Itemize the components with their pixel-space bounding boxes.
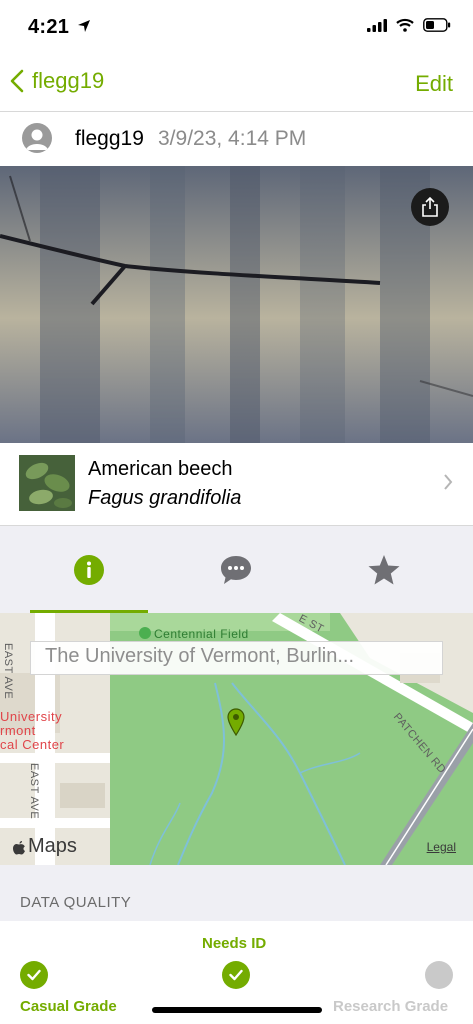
checkmark-icon [27, 969, 41, 981]
tab-info[interactable] [30, 526, 148, 613]
battery-icon [423, 18, 451, 32]
tab-favorites[interactable] [325, 526, 443, 613]
maps-label: Maps [28, 835, 77, 857]
status-time-text: 4:21 [28, 16, 70, 38]
chevron-left-icon [10, 69, 24, 93]
status-indicators [367, 18, 451, 32]
cellular-signal-icon [367, 18, 387, 32]
wifi-icon [396, 18, 414, 32]
data-quality-title: DATA QUALITY [20, 894, 132, 911]
status-time: 4:21 [28, 16, 91, 39]
share-icon [422, 197, 438, 217]
data-quality-header: DATA QUALITY [0, 865, 473, 921]
apple-maps-logo: Maps [12, 835, 77, 858]
tab-activity[interactable] [177, 526, 295, 613]
location-map[interactable]: Centennial Field E ST EAST AVE Universit… [0, 613, 473, 865]
grade-casual-indicator [20, 961, 48, 989]
map-label-east-ave-2: EAST AVE [28, 763, 40, 820]
grade-needs-id-indicator [222, 961, 250, 989]
user-icon [26, 129, 48, 150]
observation-pin-icon[interactable] [227, 708, 245, 736]
legal-link[interactable]: Legal [427, 840, 456, 854]
edit-button[interactable]: Edit [415, 71, 453, 97]
back-button[interactable]: flegg19 [10, 68, 104, 94]
grade-label-needs-id: Needs ID [202, 935, 267, 952]
observation-tabs [0, 526, 473, 613]
status-bar: 4:21 [0, 0, 473, 56]
taxon-scientific-name: Fagus grandifolia [88, 487, 242, 509]
checkmark-icon [229, 969, 243, 981]
leaf-thumbnail-image [19, 455, 75, 511]
map-label-university-2: rmont [0, 723, 36, 738]
speech-bubble-icon [221, 555, 251, 584]
info-icon [74, 554, 104, 585]
grade-label-research: Research Grade [333, 998, 449, 1015]
map-label-university-1: University [0, 709, 63, 724]
grade-label-casual: Casual Grade [20, 998, 117, 1015]
home-indicator[interactable] [152, 1007, 322, 1013]
observation-header: flegg19 3/9/23, 4:14 PM [0, 112, 473, 166]
grade-research-indicator [425, 961, 453, 989]
back-button-label: flegg19 [32, 68, 105, 93]
taxon-row[interactable]: American beech Fagus grandifolia [0, 443, 473, 526]
chevron-right-icon [444, 474, 453, 490]
map-location-text: The University of Vermont, Burlin... [30, 641, 443, 675]
map-label-university-3: cal Center [0, 737, 65, 752]
location-arrow-icon [78, 20, 91, 32]
observation-photo[interactable] [0, 166, 473, 443]
share-button[interactable] [411, 188, 449, 226]
taxon-thumbnail [19, 455, 75, 511]
map-label-east-ave-1: EAST AVE [2, 643, 14, 700]
avatar[interactable] [22, 123, 52, 153]
observer-name[interactable]: flegg19 [75, 127, 144, 151]
star-icon [368, 554, 400, 584]
branch-photo-content [0, 166, 473, 443]
map-label-centennial: Centennial Field [154, 627, 249, 641]
taxon-common-name: American beech [88, 458, 233, 480]
navigation-bar: flegg19 Edit [0, 56, 473, 112]
apple-logo-icon [13, 840, 25, 854]
observation-date: 3/9/23, 4:14 PM [158, 127, 307, 150]
data-quality-grades: Needs ID Casual Grade Research Grade [0, 921, 473, 1024]
